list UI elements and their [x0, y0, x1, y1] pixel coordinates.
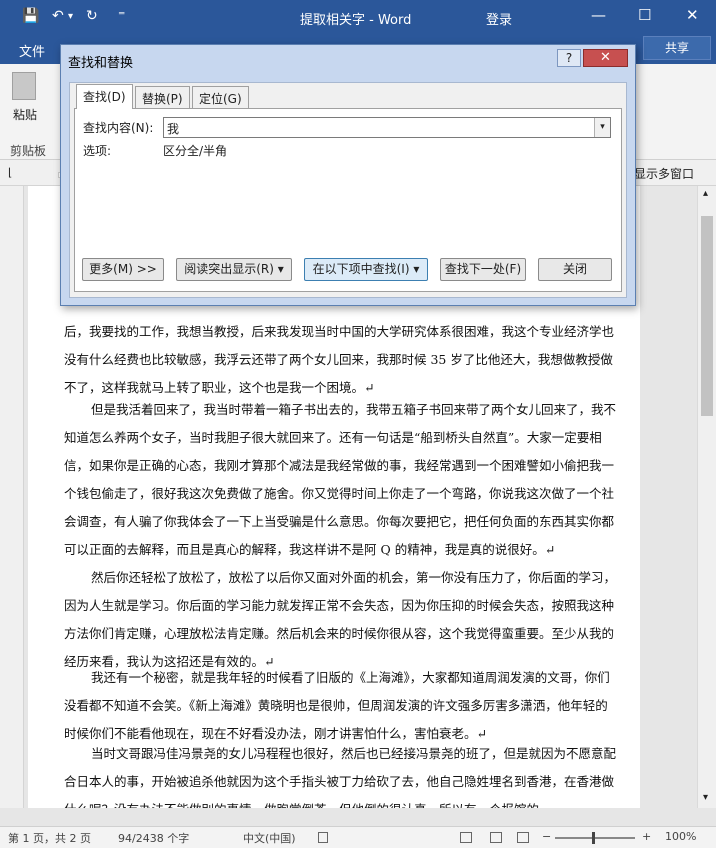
- document-paragraph[interactable]: 我还有一个秘密，就是我年轻的时候看了旧版的《上海滩》，大家都知道周润发演的文哥，…: [64, 664, 616, 748]
- customize-toolbar-icon[interactable]: ⁼: [118, 8, 125, 24]
- redo-icon[interactable]: ↻: [86, 8, 98, 24]
- window-title: 提取相关字 - Word: [300, 13, 412, 28]
- find-replace-dialog: 查找和替换 ? ✕ 查找(D) 替换(P) 定位(G) 查找内容(N): 我 ▾…: [60, 44, 636, 306]
- web-layout-icon[interactable]: [517, 832, 529, 843]
- paste-button-label[interactable]: 粘贴: [13, 106, 37, 123]
- print-layout-icon[interactable]: [490, 832, 502, 843]
- login-link[interactable]: 登录: [486, 9, 512, 28]
- zoom-level[interactable]: 100%: [665, 830, 696, 843]
- restore-icon[interactable]: ☐: [638, 6, 651, 24]
- tab-find[interactable]: 查找(D): [76, 84, 133, 109]
- zoom-out-icon[interactable]: −: [542, 830, 551, 843]
- macro-record-icon[interactable]: [318, 832, 328, 843]
- vertical-scrollbar[interactable]: ▴ ▾: [697, 186, 716, 808]
- close-window-icon[interactable]: ✕: [686, 6, 699, 24]
- find-what-label: 查找内容(N):: [83, 121, 154, 135]
- language-indicator[interactable]: 中文(中国): [243, 830, 296, 846]
- more-button[interactable]: 更多(M) >>: [82, 258, 164, 281]
- undo-dropdown-icon[interactable]: ▾: [68, 11, 73, 22]
- scroll-up-icon[interactable]: ▴: [703, 188, 708, 199]
- page-count[interactable]: 第 1 页，共 2 页: [8, 830, 91, 846]
- chevron-down-icon[interactable]: ▾: [594, 118, 610, 137]
- dialog-close-button[interactable]: ✕: [583, 49, 628, 67]
- tab-replace[interactable]: 替换(P): [135, 86, 190, 108]
- clipboard-group-label: 剪贴板: [10, 144, 47, 158]
- zoom-slider[interactable]: [555, 837, 635, 839]
- find-pane: 查找内容(N): 我 ▾ 选项: 区分全/半角 更多(M) >> 阅读突出显示(…: [74, 108, 622, 292]
- tab-selector-icon[interactable]: ⌊: [8, 166, 12, 179]
- document-paragraph[interactable]: 然后你还轻松了放松了，放松了以后你又面对外面的机会，第一你没有压力了，你后面的学…: [64, 564, 616, 676]
- document-paragraph[interactable]: 但是我活着回来了，我当时带着一箱子书出去的，我带五箱子书回来带了两个女儿回来了，…: [64, 396, 616, 564]
- tab-goto[interactable]: 定位(G): [192, 86, 249, 108]
- find-what-input[interactable]: 我 ▾: [163, 117, 611, 138]
- scrollbar-thumb[interactable]: [701, 216, 713, 416]
- reading-highlight-button[interactable]: 阅读突出显示(R) ▾: [176, 258, 292, 281]
- vertical-ruler[interactable]: [0, 186, 24, 808]
- find-in-button[interactable]: 在以下项中查找(I) ▾: [304, 258, 428, 281]
- dialog-body: 查找(D) 替换(P) 定位(G) 查找内容(N): 我 ▾ 选项: 区分全/半…: [69, 82, 627, 298]
- help-button[interactable]: ?: [557, 49, 581, 67]
- zoom-in-icon[interactable]: +: [642, 830, 651, 843]
- dialog-title: 查找和替换: [68, 56, 134, 71]
- paste-icon[interactable]: [12, 72, 36, 100]
- tab-file[interactable]: 文件: [19, 41, 45, 60]
- scroll-down-icon[interactable]: ▾: [703, 792, 708, 803]
- word-count[interactable]: 94/2438 个字: [118, 830, 189, 846]
- document-paragraph[interactable]: 当时文哥跟冯佳冯景尧的女儿冯程程也很好，然后也已经接冯景尧的班了，但是就因为不愿…: [64, 740, 616, 808]
- multi-window-button[interactable]: 显示多窗口: [634, 165, 694, 182]
- find-what-value[interactable]: 我: [167, 120, 179, 137]
- read-mode-icon[interactable]: [460, 832, 472, 843]
- title-bar: 💾 ↶ ▾ ↻ ⁼ 提取相关字 - Word 登录 — ☐ ✕: [0, 0, 716, 34]
- undo-icon[interactable]: ↶: [52, 8, 64, 24]
- options-value: 区分全/半角: [163, 144, 228, 158]
- minimize-icon[interactable]: —: [591, 6, 606, 24]
- options-label: 选项:: [83, 144, 112, 158]
- status-bar: 第 1 页，共 2 页 94/2438 个字 中文(中国) − + 100%: [0, 826, 716, 848]
- close-button[interactable]: 关闭: [538, 258, 612, 281]
- save-icon[interactable]: 💾: [22, 8, 39, 24]
- document-paragraph[interactable]: 后，我要找的工作，我想当教授，后来我发现当时中国的大学研究体系很困难，我这个专业…: [64, 318, 616, 402]
- share-button[interactable]: 共享: [643, 36, 711, 60]
- zoom-slider-handle[interactable]: [592, 832, 595, 844]
- find-next-button[interactable]: 查找下一处(F): [440, 258, 526, 281]
